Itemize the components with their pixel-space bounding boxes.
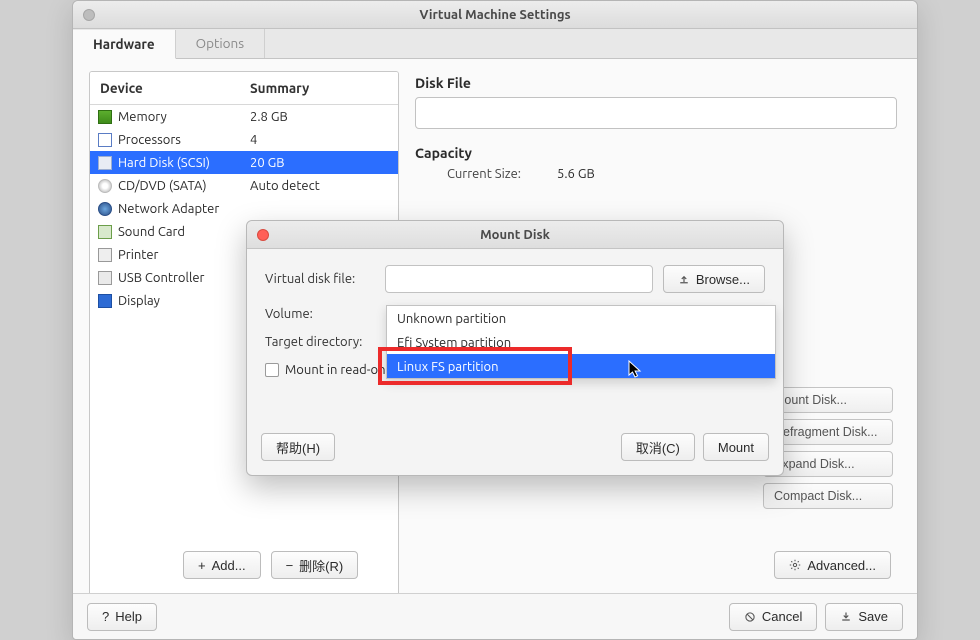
memory-icon bbox=[98, 110, 112, 124]
target-directory-label: Target directory: bbox=[265, 335, 385, 349]
advanced-button[interactable]: Advanced... bbox=[774, 551, 891, 579]
titlebar: Virtual Machine Settings bbox=[73, 1, 917, 29]
usb-icon bbox=[98, 271, 112, 285]
download-icon bbox=[840, 611, 852, 623]
capacity-label: Capacity bbox=[415, 145, 897, 161]
device-row-processors[interactable]: Processors4 bbox=[90, 128, 398, 151]
column-device: Device bbox=[90, 72, 240, 104]
device-row-memory[interactable]: Memory2.8 GB bbox=[90, 105, 398, 128]
bottom-bar: ?Help Cancel Save bbox=[73, 593, 917, 639]
virtual-disk-file-input[interactable] bbox=[385, 265, 653, 293]
question-icon: ? bbox=[102, 609, 109, 624]
volume-option-efi[interactable]: Efi System partition bbox=[387, 330, 775, 354]
device-row-cddvd[interactable]: CD/DVD (SATA)Auto detect bbox=[90, 174, 398, 197]
volume-dropdown[interactable]: Unknown partition Efi System partition L… bbox=[386, 305, 776, 379]
current-size-label: Current Size: bbox=[447, 167, 557, 181]
plus-icon: + bbox=[198, 558, 206, 573]
cancel-icon bbox=[744, 611, 756, 623]
gear-icon bbox=[789, 559, 801, 571]
dialog-help-button[interactable]: 帮助(H) bbox=[261, 433, 335, 461]
device-row-network[interactable]: Network Adapter bbox=[90, 197, 398, 220]
device-row-harddisk[interactable]: Hard Disk (SCSI)20 GB bbox=[90, 151, 398, 174]
close-dialog-icon[interactable] bbox=[257, 229, 269, 241]
dialog-title: Mount Disk bbox=[247, 228, 783, 242]
readonly-checkbox[interactable] bbox=[265, 363, 279, 377]
cddvd-icon bbox=[98, 179, 112, 193]
tab-options[interactable]: Options bbox=[176, 29, 265, 58]
tab-bar: Hardware Options bbox=[73, 29, 917, 59]
cancel-button[interactable]: Cancel bbox=[729, 603, 817, 631]
printer-icon bbox=[98, 248, 112, 262]
help-button[interactable]: ?Help bbox=[87, 603, 157, 631]
disk-file-label: Disk File bbox=[415, 75, 897, 91]
column-summary: Summary bbox=[240, 72, 398, 104]
virtual-disk-file-label: Virtual disk file: bbox=[265, 272, 385, 286]
volume-option-unknown[interactable]: Unknown partition bbox=[387, 306, 775, 330]
sound-icon bbox=[98, 225, 112, 239]
dialog-titlebar: Mount Disk bbox=[247, 221, 783, 249]
close-window-icon[interactable] bbox=[83, 9, 95, 21]
upload-icon bbox=[678, 273, 690, 285]
window-title: Virtual Machine Settings bbox=[73, 8, 917, 22]
volume-label: Volume: bbox=[265, 307, 385, 321]
display-icon bbox=[98, 294, 112, 308]
remove-device-button[interactable]: −删除(R) bbox=[271, 551, 359, 579]
tab-hardware[interactable]: Hardware bbox=[73, 30, 176, 59]
dialog-cancel-button[interactable]: 取消(C) bbox=[621, 433, 695, 461]
processors-icon bbox=[98, 133, 112, 147]
minus-icon: − bbox=[286, 558, 294, 573]
network-icon bbox=[98, 202, 112, 216]
dialog-mount-button[interactable]: Mount bbox=[703, 433, 769, 461]
disk-file-input[interactable] bbox=[415, 97, 897, 129]
harddisk-icon bbox=[98, 156, 112, 170]
volume-option-linux[interactable]: Linux FS partition bbox=[387, 354, 775, 378]
current-size-value: 5.6 GB bbox=[557, 167, 595, 181]
add-device-button[interactable]: +Add... bbox=[183, 551, 261, 579]
save-button[interactable]: Save bbox=[825, 603, 903, 631]
browse-button[interactable]: Browse... bbox=[663, 265, 765, 293]
compact-disk-button[interactable]: Compact Disk... bbox=[763, 483, 893, 509]
